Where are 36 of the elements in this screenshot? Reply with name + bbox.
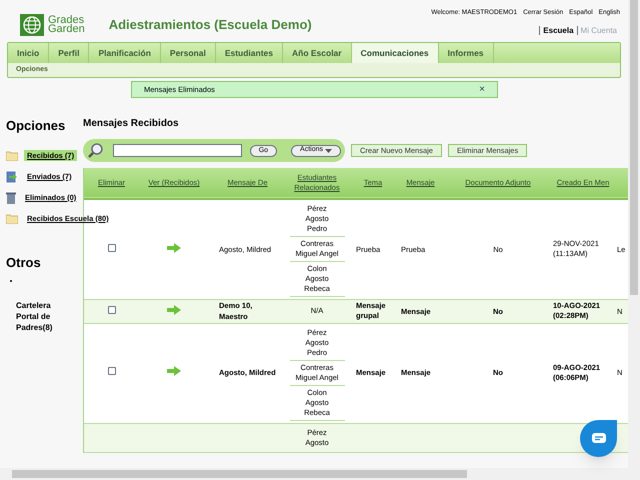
section-title: Mensajes Recibidos [83,117,180,131]
nav-tab[interactable]: Personal [160,43,216,63]
nav-tab[interactable]: Informes [438,43,494,63]
folder-icon [6,214,18,224]
nav-tab[interactable]: Planificación [89,43,161,63]
scrollbar-thumb[interactable] [630,0,638,295]
logo-text: Grades [48,16,85,25]
folder-icon [6,150,18,160]
sidebar-link[interactable]: Cartelera Portal de Padres(8) [6,300,72,333]
nav-tab[interactable]: Inicio [8,43,50,63]
sidebar-title: Opciones [6,117,66,135]
row-checkbox[interactable] [108,244,116,252]
trash-icon [6,192,16,204]
horizontal-scrollbar[interactable] [0,468,640,480]
search-icon[interactable] [87,142,105,160]
search-field[interactable] [112,144,242,157]
chat-icon [592,433,606,444]
chat-button[interactable] [580,420,617,457]
globe-logo-icon [20,14,44,36]
close-button[interactable]: × [479,84,485,94]
arrow-icon[interactable] [167,366,181,376]
nav-tab[interactable]: Perfil [49,43,90,63]
caret-icon [325,148,332,152]
sidebar-title: Otros [6,254,42,272]
logo-text: Garden [48,25,85,34]
arrow-icon[interactable] [167,242,181,253]
vertical-scrollbar[interactable] [628,0,640,468]
row-checkbox[interactable] [108,306,116,314]
sent-icon [6,170,18,182]
nav-tab[interactable]: Estudiantes [216,43,283,63]
row-checkbox[interactable] [108,367,116,376]
scrollbar-thumb[interactable] [12,470,467,478]
page-title: Adiestramientos (Escuela Demo) [108,16,312,34]
nav-tab[interactable]: Comunicaciones [352,43,439,63]
arrow-icon[interactable] [167,304,181,315]
account-tab[interactable]: Escuela [539,26,577,35]
